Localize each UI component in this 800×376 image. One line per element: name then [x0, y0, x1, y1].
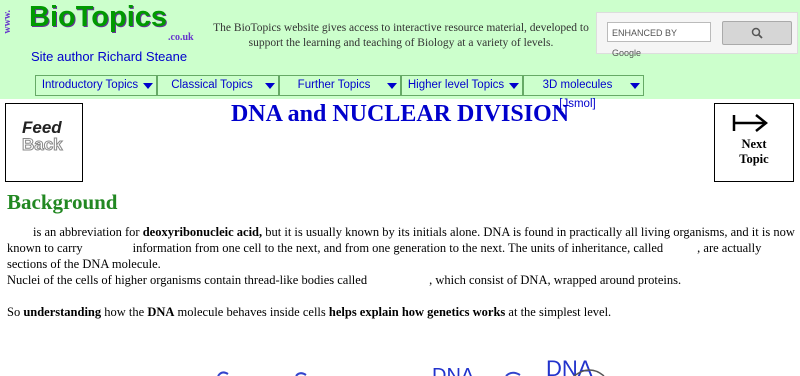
- next-topic-button[interactable]: Next Topic: [714, 103, 794, 182]
- text: is an abbreviation for: [33, 225, 143, 239]
- text: information from one cell to the next, a…: [132, 241, 664, 255]
- text: at the simplest level.: [505, 305, 612, 319]
- search-button[interactable]: [722, 21, 792, 45]
- nav-label: Further Topics: [297, 79, 371, 91]
- next-arrow-icon: [732, 114, 769, 132]
- site-intro: The BioTopics website gives access to in…: [213, 22, 589, 49]
- nav-label: Classical Topics: [171, 79, 253, 91]
- text-bold: understanding: [23, 305, 102, 319]
- dropdown-arrow-icon: [143, 83, 153, 89]
- dropdown-arrow-icon: [509, 83, 519, 89]
- search-icon: [751, 27, 763, 39]
- section-heading-background: Background: [7, 190, 118, 214]
- logo-domain: .co.uk: [168, 32, 194, 43]
- paragraph-understanding: So understanding how the DNA molecule be…: [7, 304, 795, 320]
- text-bold: helps explain how genetics works: [328, 305, 506, 319]
- dropdown-arrow-icon: [630, 83, 640, 89]
- page-title: DNA and NUCLEAR DIVISION: [230, 101, 570, 127]
- dropdown-arrow-icon: [387, 83, 397, 89]
- nav-label: Introductory Topics: [41, 79, 139, 91]
- text: , which consist of DNA, wrapped around p…: [429, 273, 682, 287]
- nav-3d-molecules[interactable]: 3D molecules [Jsmol]: [523, 75, 644, 110]
- nav-higher-level-topics[interactable]: Higher level Topics: [401, 75, 523, 96]
- site-header: www. BioTopics .co.uk Site author Richar…: [0, 0, 800, 110]
- dna-diagram-partial: DNA DNA: [0, 360, 800, 376]
- site-logo[interactable]: BioTopics: [29, 1, 167, 34]
- logo-www: www.: [2, 10, 13, 34]
- next-topic-label: Next Topic: [739, 137, 769, 166]
- dna-diagram-graphic: DNA DNA: [217, 360, 605, 376]
- text: molecule behaves inside cells: [174, 305, 329, 319]
- dropdown-arrow-icon: [265, 83, 275, 89]
- nav-introductory-topics[interactable]: Introductory Topics: [35, 75, 157, 96]
- text: So: [7, 305, 24, 319]
- feedback-label-back: Back: [22, 135, 64, 155]
- nav-classical-topics[interactable]: Classical Topics: [157, 75, 279, 96]
- text-bold: deoxyribonucleic acid,: [142, 225, 263, 239]
- search-input[interactable]: ENHANCED BY Google: [607, 22, 711, 58]
- text: Nuclei of the cells of higher organisms …: [7, 273, 368, 287]
- text: how the: [101, 305, 148, 319]
- search-widget: ENHANCED BY Google: [596, 12, 798, 58]
- site-author[interactable]: Site author Richard Steane: [31, 49, 187, 64]
- nav-further-topics[interactable]: Further Topics: [279, 75, 401, 96]
- diagram-label-dna-2: DNA: [546, 360, 593, 376]
- nav-label: Higher level Topics: [407, 79, 505, 91]
- text-bold: DNA: [147, 305, 175, 319]
- paragraph-dna-intro: is an abbreviation for deoxyribonucleic …: [7, 224, 795, 288]
- diagram-label-dna-1: DNA: [432, 365, 475, 376]
